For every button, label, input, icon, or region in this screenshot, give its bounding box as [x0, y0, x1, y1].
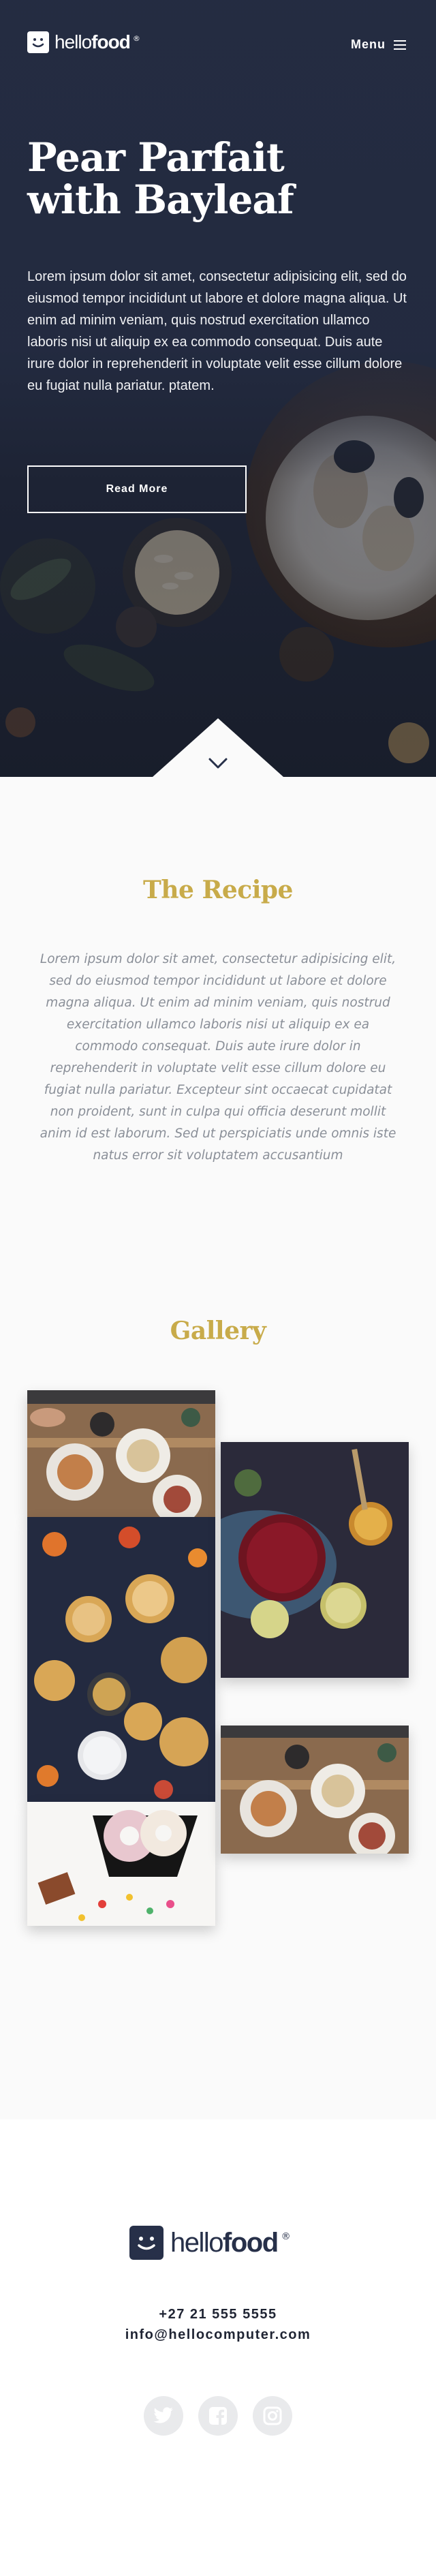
top-nav: hellofood ® Menu — [0, 0, 436, 91]
hero-section: hellofood ® Menu Pear Parfait with Bayle… — [0, 0, 436, 777]
hero-title-line2: with Bayleaf — [27, 177, 294, 223]
gallery-image-table-bottom[interactable] — [221, 1726, 409, 1854]
hero-description: Lorem ipsum dolor sit amet, consectetur … — [27, 269, 407, 393]
instagram-icon — [263, 2406, 282, 2425]
instagram-link[interactable] — [253, 2396, 292, 2436]
footer-brand-logo[interactable]: hellofood ® — [129, 2226, 291, 2260]
read-more-button[interactable]: Read More — [27, 465, 247, 513]
facebook-icon — [209, 2407, 227, 2425]
twitter-link[interactable] — [144, 2396, 183, 2436]
gallery-image-doughnuts[interactable] — [27, 1802, 215, 1926]
hero-title-line1: Pear Parfait — [27, 134, 285, 181]
footer-email[interactable]: info@hellocomputer.com — [0, 2327, 436, 2343]
recipe-title: The Recipe — [143, 876, 293, 904]
footer — [0, 2119, 436, 2576]
footer-brand-name: hellofood — [170, 2227, 279, 2258]
hamburger-icon — [394, 40, 406, 50]
facebook-link[interactable] — [198, 2396, 238, 2436]
smiley-logo-icon — [27, 31, 49, 53]
menu-button[interactable]: Menu — [351, 37, 406, 52]
smiley-logo-icon — [129, 2226, 164, 2260]
registered-mark: ® — [132, 33, 140, 43]
gallery-image-scones[interactable] — [27, 1517, 215, 1802]
hero-title: Pear Parfait with Bayleaf — [27, 136, 382, 221]
gallery-title: Gallery — [170, 1317, 266, 1345]
recipe-description: Lorem ipsum dolor sit amet, consectetur … — [40, 952, 396, 1163]
footer-phone[interactable]: +27 21 555 5555 — [0, 2307, 436, 2322]
brand-name: hellofood — [54, 31, 131, 52]
page: hellofood ® Menu Pear Parfait with Bayle… — [0, 0, 436, 2576]
twitter-icon — [153, 2407, 173, 2423]
footer-registered-mark: ® — [281, 2231, 291, 2242]
gallery-image-table-top[interactable] — [27, 1390, 215, 1517]
gallery-image-berry-drink[interactable] — [221, 1442, 409, 1678]
scroll-down-notch[interactable] — [150, 716, 286, 791]
menu-label: Menu — [351, 37, 386, 51]
brand-logo[interactable]: hellofood ® — [27, 31, 140, 53]
